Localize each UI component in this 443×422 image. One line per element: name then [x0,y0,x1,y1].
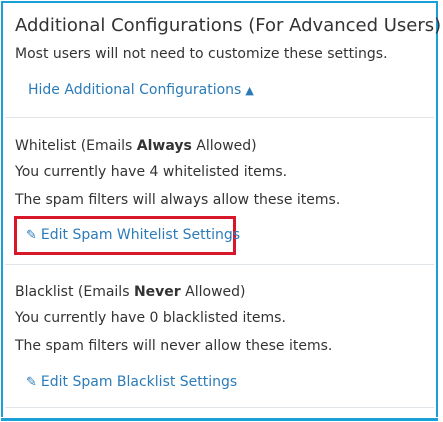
blacklist-count: You currently have 0 blacklisted items. [15,310,286,326]
panel-bottom-border [1,418,438,421]
edit-spam-blacklist-settings-link[interactable]: ✎ Edit Spam Blacklist Settings [26,374,237,390]
divider [5,117,434,118]
edit-blacklist-label: Edit Spam Blacklist Settings [40,374,238,390]
panel-subtitle: Most users will not need to customize th… [15,46,388,62]
whitelist-heading: Whitelist (Emails Always Allowed) [15,138,257,154]
blacklist-heading: Blacklist (Emails Never Allowed) [15,284,246,300]
panel-title: Additional Configurations (For Advanced … [15,15,443,36]
edit-whitelist-label: Edit Spam Whitelist Settings [40,227,241,243]
caret-up-icon: ▲ [245,84,254,97]
whitelist-description: The spam filters will always allow these… [15,192,341,208]
additional-configurations-panel: Additional Configurations (For Advanced … [1,1,443,417]
edit-spam-whitelist-settings-link[interactable]: ✎ Edit Spam Whitelist Settings [26,227,240,243]
divider [5,407,434,408]
divider [5,264,434,265]
pencil-icon: ✎ [26,375,37,390]
blacklist-description: The spam filters will never allow these … [15,338,333,354]
hide-additional-configurations-link[interactable]: Hide Additional Configurations ▲ [28,82,254,98]
pencil-icon: ✎ [26,228,37,243]
toggle-label: Hide Additional Configurations [28,82,242,98]
whitelist-count: You currently have 4 whitelisted items. [15,164,288,180]
